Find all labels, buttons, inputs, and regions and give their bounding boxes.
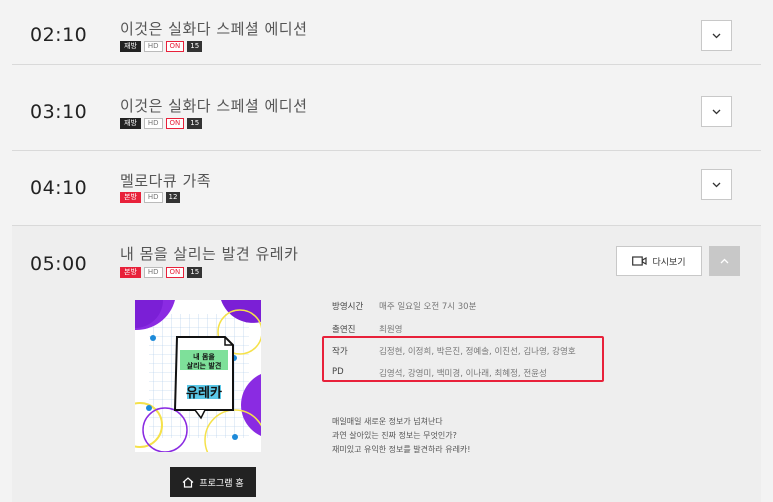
program-title[interactable]: 이것은 실화다 스페셜 에디션: [120, 18, 307, 39]
on-badge: ON: [165, 267, 185, 278]
video-camera-icon: [632, 256, 648, 266]
badge-group: 재방 HD ON 15: [120, 41, 203, 52]
airtime-label: 방영시간: [332, 302, 364, 312]
program-title[interactable]: 내 몸을 살리는 발견 유레카: [120, 243, 298, 264]
home-icon: [182, 476, 194, 488]
schedule-time: 03:10: [30, 101, 88, 123]
schedule-row[interactable]: 03:10 이것은 실화다 스페셜 에디션 재방 HD ON 15: [12, 66, 761, 151]
age-rating-badge: 15: [187, 41, 203, 52]
replay-button[interactable]: 다시보기: [616, 246, 702, 276]
schedule-time: 04:10: [30, 177, 88, 199]
collapse-button[interactable]: [709, 246, 740, 276]
hd-badge: HD: [143, 41, 163, 52]
thumbnail-artwork: 내 몸을 살리는 발견 유레카: [135, 300, 261, 452]
schedule-time: 05:00: [30, 253, 88, 275]
hd-badge: HD: [143, 267, 163, 278]
schedule-row[interactable]: 04:10 멜로다큐 가족 본방 HD 12: [12, 152, 761, 226]
rerun-badge: 재방: [120, 41, 141, 52]
expand-button[interactable]: [701, 20, 732, 51]
program-title[interactable]: 이것은 실화다 스페셜 에디션: [120, 95, 307, 116]
thumbnail-title-line1: 내 몸을: [193, 352, 215, 361]
chevron-down-icon: [712, 33, 721, 38]
replay-label: 다시보기: [652, 257, 686, 268]
thumbnail-title-line2: 살리는 발견: [187, 361, 222, 370]
program-home-button[interactable]: 프로그램 홈: [170, 467, 256, 497]
description-line: 과연 살아있는 진짜 정보는 무엇인가?: [332, 431, 457, 440]
chevron-down-icon: [712, 182, 721, 187]
age-rating-badge: 12: [165, 192, 181, 203]
badge-group: 본방 HD ON 15: [120, 267, 203, 278]
cast-label: 출연진: [332, 325, 356, 335]
description-line: 재미있고 유익한 정보를 발견하라 유레카!: [332, 445, 471, 454]
premiere-badge: 본방: [120, 192, 141, 203]
program-home-label: 프로그램 홈: [199, 478, 244, 489]
expand-button[interactable]: [701, 96, 732, 127]
cast-value: 최원영: [379, 325, 403, 335]
on-badge: ON: [165, 118, 185, 129]
hd-badge: HD: [143, 192, 163, 203]
age-rating-badge: 15: [187, 118, 203, 129]
age-rating-badge: 15: [187, 267, 203, 278]
expanded-schedule-row: 05:00 내 몸을 살리는 발견 유레카 본방 HD ON 15 다시보기 내…: [12, 226, 761, 502]
program-title[interactable]: 멜로다큐 가족: [120, 170, 211, 191]
badge-group: 본방 HD 12: [120, 192, 181, 203]
program-thumbnail[interactable]: 내 몸을 살리는 발견 유레카: [135, 300, 261, 452]
thumbnail-title-line3: 유레카: [186, 386, 222, 401]
airtime-value: 매주 일요일 오전 7시 30분: [379, 302, 477, 312]
schedule-row[interactable]: 02:10 이것은 실화다 스페셜 에디션 재방 HD ON 15: [12, 0, 761, 65]
chevron-down-icon: [712, 109, 721, 114]
chevron-up-icon: [720, 258, 729, 264]
on-badge: ON: [165, 41, 185, 52]
credits-highlight-box: [322, 336, 604, 382]
expand-button[interactable]: [701, 169, 732, 200]
hd-badge: HD: [143, 118, 163, 129]
rerun-badge: 재방: [120, 118, 141, 129]
description-line: 매일매일 새로운 정보가 넘쳐난다: [332, 417, 443, 426]
premiere-badge: 본방: [120, 267, 141, 278]
badge-group: 재방 HD ON 15: [120, 118, 203, 129]
schedule-time: 02:10: [30, 24, 88, 46]
